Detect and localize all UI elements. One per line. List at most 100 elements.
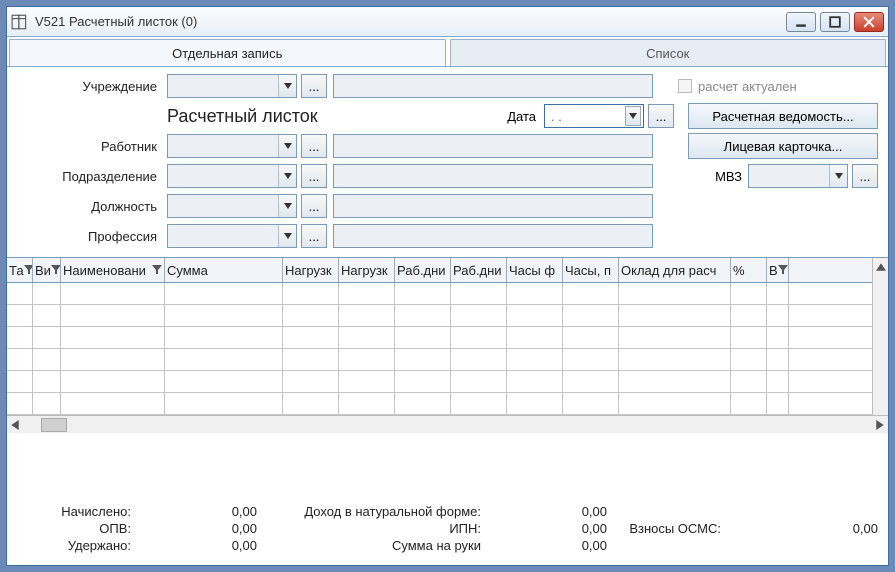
- profession-combo[interactable]: [167, 224, 297, 248]
- table-cell: [165, 393, 283, 414]
- table-cell: [507, 305, 563, 326]
- profession-display: [333, 224, 653, 248]
- chevron-down-icon: [829, 165, 847, 187]
- column-header[interactable]: Нагрузк: [283, 258, 339, 282]
- column-header[interactable]: Та: [7, 258, 33, 282]
- table-row[interactable]: [7, 371, 872, 393]
- grid-header-row: ТаВиНаименованиСуммаНагрузкНагрузкРаб.дн…: [7, 258, 872, 283]
- table-cell: [283, 327, 339, 348]
- department-lookup-button[interactable]: ...: [301, 164, 327, 188]
- institution-combo[interactable]: [167, 74, 297, 98]
- maximize-button[interactable]: [820, 12, 850, 32]
- date-lookup-button[interactable]: ...: [648, 104, 674, 128]
- column-header[interactable]: Ви: [33, 258, 61, 282]
- table-row[interactable]: [7, 305, 872, 327]
- table-cell: [283, 349, 339, 370]
- table-cell: [339, 349, 395, 370]
- minimize-button[interactable]: [786, 12, 816, 32]
- titlebar: V521 Расчетный листок (0): [7, 7, 888, 37]
- column-header[interactable]: Часы, п: [563, 258, 619, 282]
- chevron-down-icon: [278, 165, 296, 187]
- table-cell: [395, 371, 451, 392]
- table-cell: [61, 371, 165, 392]
- column-header[interactable]: Нагрузк: [339, 258, 395, 282]
- department-combo[interactable]: [167, 164, 297, 188]
- grid-body[interactable]: [7, 283, 872, 415]
- window-title: V521 Расчетный листок (0): [35, 14, 786, 29]
- table-cell: [619, 305, 731, 326]
- table-cell: [395, 349, 451, 370]
- department-label: Подразделение: [17, 169, 167, 184]
- table-cell: [767, 349, 789, 370]
- chevron-down-icon: [278, 195, 296, 217]
- personal-card-button[interactable]: Лицевая карточка...: [688, 133, 878, 159]
- table-cell: [731, 349, 767, 370]
- post-label: Должность: [17, 199, 167, 214]
- table-cell: [33, 349, 61, 370]
- institution-lookup-button[interactable]: ...: [301, 74, 327, 98]
- table-cell: [33, 371, 61, 392]
- column-header[interactable]: %: [731, 258, 767, 282]
- column-header[interactable]: Часы ф: [507, 258, 563, 282]
- mvz-lookup-button[interactable]: ...: [852, 164, 878, 188]
- tab-single-record[interactable]: Отдельная запись: [9, 39, 446, 66]
- section-title: Расчетный листок: [167, 106, 318, 127]
- table-cell: [395, 283, 451, 304]
- column-header[interactable]: Наименовани: [61, 258, 165, 282]
- grid-horizontal-scrollbar[interactable]: [7, 415, 888, 433]
- ipn-value: 0,00: [487, 521, 607, 536]
- column-header[interactable]: Раб.дни: [451, 258, 507, 282]
- opv-label: ОПВ:: [17, 521, 137, 536]
- table-row[interactable]: [7, 393, 872, 415]
- scrollbar-thumb[interactable]: [41, 418, 67, 432]
- table-row[interactable]: [7, 283, 872, 305]
- table-cell: [7, 305, 33, 326]
- scroll-left-icon[interactable]: [7, 417, 23, 433]
- column-header[interactable]: Оклад для расч: [619, 258, 731, 282]
- mvz-combo[interactable]: [748, 164, 848, 188]
- filter-icon[interactable]: [778, 263, 788, 278]
- column-header[interactable]: Сумма: [165, 258, 283, 282]
- table-cell: [283, 371, 339, 392]
- employee-lookup-button[interactable]: ...: [301, 134, 327, 158]
- grid-scroll-up-button[interactable]: [872, 258, 888, 415]
- table-cell: [339, 305, 395, 326]
- table-row[interactable]: [7, 327, 872, 349]
- filter-icon[interactable]: [152, 263, 162, 278]
- app-icon: [11, 13, 29, 31]
- date-input[interactable]: . .: [544, 104, 644, 128]
- post-lookup-button[interactable]: ...: [301, 194, 327, 218]
- table-cell: [767, 305, 789, 326]
- summary-panel: Начислено: 0,00 Доход в натуральной форм…: [7, 498, 888, 565]
- column-header[interactable]: Раб.дни: [395, 258, 451, 282]
- table-cell: [507, 327, 563, 348]
- post-display: [333, 194, 653, 218]
- table-cell: [339, 327, 395, 348]
- table-cell: [7, 283, 33, 304]
- table-cell: [283, 305, 339, 326]
- table-cell: [731, 283, 767, 304]
- scroll-right-icon[interactable]: [872, 417, 888, 433]
- filter-icon[interactable]: [51, 263, 61, 278]
- payroll-sheet-button[interactable]: Расчетная ведомость...: [688, 103, 878, 129]
- employee-combo[interactable]: [167, 134, 297, 158]
- profession-lookup-button[interactable]: ...: [301, 224, 327, 248]
- table-cell: [451, 371, 507, 392]
- close-button[interactable]: [854, 12, 884, 32]
- natural-income-value: 0,00: [487, 504, 607, 519]
- tab-list[interactable]: Список: [450, 39, 887, 66]
- withheld-label: Удержано:: [17, 538, 137, 553]
- column-header[interactable]: В: [767, 258, 789, 282]
- table-row[interactable]: [7, 349, 872, 371]
- post-combo[interactable]: [167, 194, 297, 218]
- chevron-down-icon: [278, 135, 296, 157]
- table-cell: [33, 393, 61, 414]
- table-cell: [767, 283, 789, 304]
- table-cell: [61, 283, 165, 304]
- actual-checkbox[interactable]: [678, 79, 692, 93]
- table-cell: [619, 393, 731, 414]
- table-cell: [563, 349, 619, 370]
- osms-value: 0,00: [727, 521, 878, 536]
- filter-icon[interactable]: [24, 263, 33, 278]
- chevron-down-icon: [278, 75, 296, 97]
